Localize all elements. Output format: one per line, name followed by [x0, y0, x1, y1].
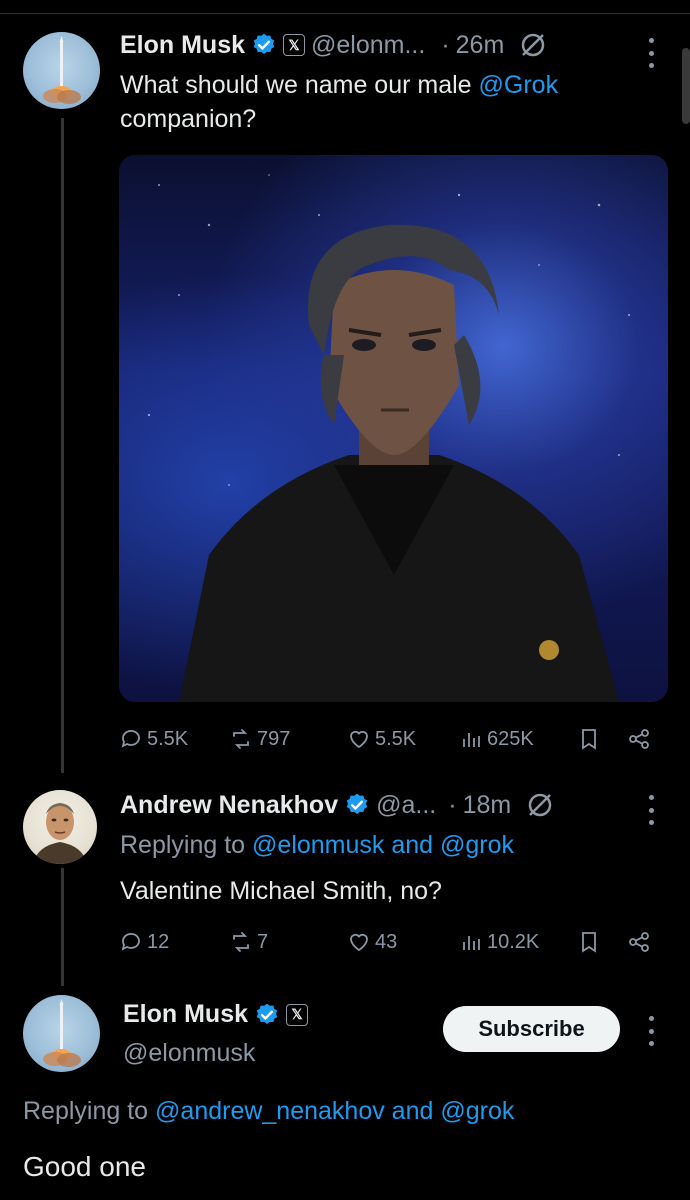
- views-button[interactable]: 10.2K: [459, 930, 539, 954]
- share-button[interactable]: [627, 930, 651, 954]
- repost-button[interactable]: 7: [229, 930, 268, 954]
- views-count: 625K: [487, 727, 534, 750]
- reply-header: Andrew Nenakhov @a... · 18m: [120, 790, 555, 820]
- reply-icon: [121, 933, 140, 951]
- avatar[interactable]: [23, 32, 100, 109]
- reply-count: 5.5K: [147, 727, 189, 750]
- grok-sparkle-icon[interactable]: [518, 30, 548, 60]
- anime-character-illustration: [147, 174, 630, 702]
- rocket-avatar-image: [43, 36, 81, 104]
- share-icon: [629, 729, 649, 749]
- x-logo-icon: 𝕏: [283, 34, 306, 56]
- reply-actions: 12 7 43 10.2K: [119, 927, 659, 957]
- avatar[interactable]: [23, 995, 100, 1072]
- author-handle[interactable]: @elonmusk: [123, 1036, 255, 1070]
- tweet-image[interactable]: [119, 155, 668, 702]
- timestamp[interactable]: 26m: [456, 31, 505, 60]
- tweet-header: Elon Musk 𝕏 @elonm... · 26m: [120, 30, 548, 60]
- x-logo-icon: 𝕏: [286, 1003, 309, 1026]
- views-icon: [463, 936, 480, 950]
- repost-count: 7: [257, 930, 269, 953]
- verified-badge-icon: [253, 33, 275, 54]
- bookmark-icon: [582, 932, 596, 953]
- like-button[interactable]: 43: [347, 930, 397, 954]
- verified-badge-icon: [256, 1003, 278, 1024]
- author-name[interactable]: Andrew Nenakhov: [120, 791, 338, 820]
- reply-count: 12: [147, 930, 170, 953]
- replying-mentions[interactable]: @andrew_nenakhov and @grok: [155, 1097, 514, 1125]
- like-icon: [350, 730, 368, 749]
- replying-label: Replying to: [120, 831, 253, 859]
- repost-button[interactable]: 797: [229, 727, 290, 751]
- author-name[interactable]: Elon Musk: [123, 1000, 248, 1029]
- mention-link[interactable]: @Grok: [479, 71, 559, 99]
- rocket-avatar-image: [43, 999, 81, 1067]
- share-button[interactable]: [627, 727, 651, 751]
- scrollbar[interactable]: [682, 48, 690, 124]
- replying-mentions[interactable]: @elonmusk and @grok: [252, 831, 514, 859]
- more-icon[interactable]: [646, 38, 656, 68]
- portrait-avatar-image: [33, 803, 87, 864]
- main-header: Elon Musk 𝕏: [123, 1000, 309, 1029]
- like-count: 5.5K: [375, 727, 417, 750]
- reply-text: Valentine Michael Smith, no?: [120, 877, 442, 905]
- bookmark-button[interactable]: [577, 930, 601, 954]
- repost-icon: [233, 729, 249, 749]
- repost-icon: [233, 932, 249, 952]
- timestamp[interactable]: 18m: [463, 791, 512, 820]
- thread-line: [61, 868, 64, 986]
- author-name[interactable]: Elon Musk: [120, 31, 245, 60]
- separator-dot: ·: [448, 790, 457, 819]
- views-button[interactable]: 625K: [459, 727, 534, 751]
- top-divider: [0, 0, 690, 14]
- replying-to: Replying to @elonmusk and @grok: [120, 828, 514, 862]
- like-icon: [350, 933, 368, 952]
- tweet-actions: 5.5K 797 5.5K 625K: [119, 724, 659, 754]
- separator-dot: ·: [441, 30, 450, 59]
- avatar[interactable]: [23, 790, 97, 864]
- views-icon: [463, 733, 480, 747]
- replying-label: Replying to: [23, 1097, 156, 1125]
- like-button[interactable]: 5.5K: [347, 727, 416, 751]
- reply-icon: [121, 730, 140, 748]
- more-icon[interactable]: [646, 795, 656, 825]
- reply-button[interactable]: 5.5K: [119, 727, 188, 751]
- bookmark-icon: [582, 729, 596, 750]
- main-text: Good one: [23, 1151, 146, 1182]
- like-count: 43: [375, 930, 398, 953]
- bookmark-button[interactable]: [577, 727, 601, 751]
- tweet-text-line: companion?: [120, 105, 257, 133]
- verified-badge-icon: [346, 793, 368, 814]
- repost-count: 797: [257, 727, 291, 750]
- tweet-text-line: What should we name our male: [120, 71, 479, 99]
- thread-line: [61, 118, 64, 773]
- subscribe-button[interactable]: Subscribe: [443, 1006, 620, 1052]
- grok-sparkle-icon[interactable]: [525, 790, 555, 820]
- views-count: 10.2K: [487, 930, 540, 953]
- replying-to: Replying to @andrew_nenakhov and @grok: [23, 1094, 514, 1128]
- more-icon[interactable]: [646, 1016, 656, 1046]
- reply-button[interactable]: 12: [119, 930, 169, 954]
- tweet-text: What should we name our male @Grok compa…: [120, 68, 660, 136]
- author-handle[interactable]: @a...: [376, 791, 436, 820]
- share-icon: [629, 932, 649, 952]
- author-handle[interactable]: @elonm...: [311, 31, 425, 60]
